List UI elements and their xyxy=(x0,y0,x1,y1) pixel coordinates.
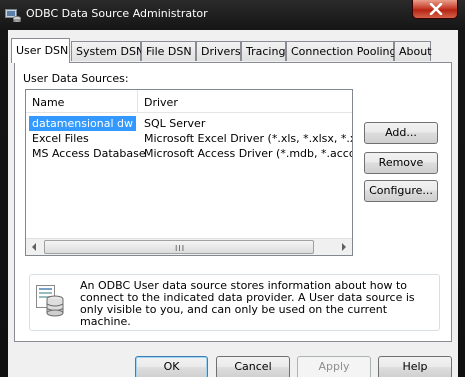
scrollbar-thumb[interactable]: III xyxy=(44,240,314,254)
window-title: ODBC Data Source Administrator xyxy=(26,7,208,20)
user-data-sources-label: User Data Sources: xyxy=(23,72,129,85)
horizontal-scrollbar[interactable]: III xyxy=(26,238,352,255)
user-dsn-panel: User Data Sources: Name Driver datamensi… xyxy=(14,62,452,342)
data-source-driver: SQL Server xyxy=(144,117,206,130)
tab-drivers[interactable]: Drivers xyxy=(196,41,241,61)
ok-button[interactable]: OK xyxy=(135,356,208,377)
tab-about[interactable]: About xyxy=(394,41,432,61)
data-source-driver: Microsoft Excel Driver (*.xls, *.xlsx, *… xyxy=(144,132,352,145)
tab-user-dsn[interactable]: User DSN xyxy=(11,38,70,63)
list-item[interactable]: datamensional dw SQL Server xyxy=(26,116,352,131)
arrow-right-icon xyxy=(342,243,346,251)
close-icon xyxy=(429,3,443,15)
close-button[interactable] xyxy=(412,0,458,19)
scrollbar-grip: III xyxy=(175,244,186,253)
apply-button[interactable]: Apply xyxy=(297,356,371,377)
tab-connection-pooling[interactable]: Connection Pooling xyxy=(286,41,397,61)
dialog-client-area: User DSN System DSN File DSN Drivers Tra… xyxy=(8,30,458,377)
tab-tracing[interactable]: Tracing xyxy=(241,41,286,61)
odbc-app-icon xyxy=(5,8,21,23)
data-source-name[interactable]: datamensional dw xyxy=(29,116,136,131)
data-source-name[interactable]: Excel Files xyxy=(32,131,89,146)
cancel-button[interactable]: Cancel xyxy=(216,356,290,377)
tab-system-dsn[interactable]: System DSN xyxy=(71,41,144,61)
tab-file-dsn[interactable]: File DSN xyxy=(141,41,196,61)
odbc-dialog-window: ODBC Data Source Administrator User DSN … xyxy=(0,0,465,377)
data-source-name[interactable]: MS Access Database xyxy=(32,146,146,161)
column-header-driver[interactable]: Driver xyxy=(138,90,352,112)
help-button[interactable]: Help xyxy=(378,356,452,377)
header-divider xyxy=(26,112,352,113)
arrow-left-icon xyxy=(32,243,36,251)
list-item[interactable]: Excel Files Microsoft Excel Driver (*.xl… xyxy=(26,131,352,146)
add-button[interactable]: Add... xyxy=(364,122,438,144)
configure-button[interactable]: Configure... xyxy=(364,180,438,202)
scroll-right-button[interactable] xyxy=(335,239,352,255)
remove-button[interactable]: Remove xyxy=(364,152,438,174)
data-source-list[interactable]: Name Driver datamensional dw SQL Server … xyxy=(25,89,353,256)
title-bar[interactable]: ODBC Data Source Administrator xyxy=(0,0,465,30)
list-item[interactable]: MS Access Database Microsoft Access Driv… xyxy=(26,146,352,161)
info-box: An ODBC User data source stores informat… xyxy=(29,274,440,331)
info-text: An ODBC User data source stores informat… xyxy=(80,279,415,328)
scroll-left-button[interactable] xyxy=(26,239,43,255)
database-info-icon xyxy=(36,285,66,320)
column-header-name[interactable]: Name xyxy=(26,90,138,112)
data-source-driver: Microsoft Access Driver (*.mdb, *.accdb) xyxy=(144,147,353,160)
